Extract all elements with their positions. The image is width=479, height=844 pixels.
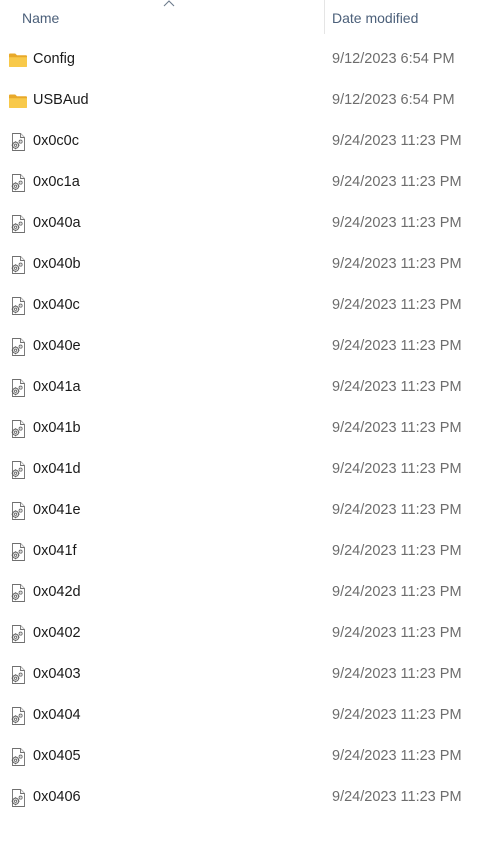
- item-date-modified: 9/24/2023 11:23 PM: [332, 133, 462, 149]
- file-row[interactable]: 0x040b 9/24/2023 11:23 PM: [0, 244, 479, 285]
- file-row[interactable]: 0x041a 9/24/2023 11:23 PM: [0, 367, 479, 408]
- item-name: 0x041f: [33, 543, 77, 559]
- item-date-modified: 9/24/2023 11:23 PM: [332, 297, 462, 313]
- folder-row[interactable]: USBAud 9/12/2023 6:54 PM: [0, 80, 479, 121]
- item-date-modified: 9/24/2023 11:23 PM: [332, 338, 462, 354]
- item-name: 0x0405: [33, 748, 81, 764]
- item-date-modified: 9/24/2023 11:23 PM: [332, 748, 462, 764]
- settings-file-icon: [8, 501, 28, 521]
- item-name: 0x0406: [33, 789, 81, 805]
- item-date-modified: 9/24/2023 11:23 PM: [332, 502, 462, 518]
- item-name: 0x040e: [33, 338, 81, 354]
- file-row[interactable]: 0x041f 9/24/2023 11:23 PM: [0, 531, 479, 572]
- file-row[interactable]: 0x0c0c 9/24/2023 11:23 PM: [0, 121, 479, 162]
- settings-file-icon: [8, 337, 28, 357]
- item-name: 0x040c: [33, 297, 80, 313]
- settings-file-icon: [8, 542, 28, 562]
- item-name: 0x0404: [33, 707, 81, 723]
- item-name: 0x0c0c: [33, 133, 79, 149]
- file-row[interactable]: 0x0403 9/24/2023 11:23 PM: [0, 654, 479, 695]
- settings-file-icon: [8, 665, 28, 685]
- settings-file-icon: [8, 132, 28, 152]
- item-date-modified: 9/24/2023 11:23 PM: [332, 420, 462, 436]
- file-list: Config 9/12/2023 6:54 PM USBAud 9/12/2023 …: [0, 39, 479, 818]
- item-date-modified: 9/24/2023 11:23 PM: [332, 543, 462, 559]
- item-date-modified: 9/24/2023 11:23 PM: [332, 174, 462, 190]
- column-header-date-modified[interactable]: Date modified: [332, 10, 418, 26]
- column-header-name[interactable]: Name: [22, 10, 59, 26]
- item-name: 0x040b: [33, 256, 81, 272]
- item-date-modified: 9/24/2023 11:23 PM: [332, 584, 462, 600]
- column-header-bar: Name Date modified: [0, 0, 479, 36]
- item-name: 0x041e: [33, 502, 81, 518]
- item-date-modified: 9/24/2023 11:23 PM: [332, 215, 462, 231]
- settings-file-icon: [8, 378, 28, 398]
- chevron-up-icon[interactable]: [163, 0, 175, 9]
- settings-file-icon: [8, 706, 28, 726]
- file-row[interactable]: 0x0404 9/24/2023 11:23 PM: [0, 695, 479, 736]
- settings-file-icon: [8, 624, 28, 644]
- settings-file-icon: [8, 460, 28, 480]
- item-date-modified: 9/24/2023 11:23 PM: [332, 379, 462, 395]
- settings-file-icon: [8, 788, 28, 808]
- file-row[interactable]: 0x041d 9/24/2023 11:23 PM: [0, 449, 479, 490]
- item-date-modified: 9/12/2023 6:54 PM: [332, 92, 455, 108]
- file-row[interactable]: 0x041b 9/24/2023 11:23 PM: [0, 408, 479, 449]
- item-name: 0x041a: [33, 379, 81, 395]
- item-date-modified: 9/24/2023 11:23 PM: [332, 666, 462, 682]
- item-name: 0x040a: [33, 215, 81, 231]
- folder-icon: [8, 91, 28, 111]
- item-name: Config: [33, 51, 75, 67]
- settings-file-icon: [8, 747, 28, 767]
- item-name: 0x0c1a: [33, 174, 80, 190]
- folder-icon: [8, 50, 28, 70]
- item-name: USBAud: [33, 92, 89, 108]
- file-row[interactable]: 0x0402 9/24/2023 11:23 PM: [0, 613, 479, 654]
- settings-file-icon: [8, 255, 28, 275]
- settings-file-icon: [8, 419, 28, 439]
- file-row[interactable]: 0x0c1a 9/24/2023 11:23 PM: [0, 162, 479, 203]
- item-name: 0x0402: [33, 625, 81, 641]
- settings-file-icon: [8, 583, 28, 603]
- file-row[interactable]: 0x040c 9/24/2023 11:23 PM: [0, 285, 479, 326]
- file-row[interactable]: 0x041e 9/24/2023 11:23 PM: [0, 490, 479, 531]
- item-name: 0x0403: [33, 666, 81, 682]
- item-date-modified: 9/24/2023 11:23 PM: [332, 256, 462, 272]
- item-date-modified: 9/24/2023 11:23 PM: [332, 707, 462, 723]
- file-row[interactable]: 0x042d 9/24/2023 11:23 PM: [0, 572, 479, 613]
- item-name: 0x042d: [33, 584, 81, 600]
- item-date-modified: 9/24/2023 11:23 PM: [332, 789, 462, 805]
- item-name: 0x041d: [33, 461, 81, 477]
- settings-file-icon: [8, 296, 28, 316]
- item-name: 0x041b: [33, 420, 81, 436]
- item-date-modified: 9/12/2023 6:54 PM: [332, 51, 455, 67]
- settings-file-icon: [8, 214, 28, 234]
- file-row[interactable]: 0x040a 9/24/2023 11:23 PM: [0, 203, 479, 244]
- item-date-modified: 9/24/2023 11:23 PM: [332, 625, 462, 641]
- file-row[interactable]: 0x0406 9/24/2023 11:23 PM: [0, 777, 479, 818]
- item-date-modified: 9/24/2023 11:23 PM: [332, 461, 462, 477]
- file-row[interactable]: 0x0405 9/24/2023 11:23 PM: [0, 736, 479, 777]
- file-row[interactable]: 0x040e 9/24/2023 11:23 PM: [0, 326, 479, 367]
- column-divider[interactable]: [324, 0, 325, 34]
- folder-row[interactable]: Config 9/12/2023 6:54 PM: [0, 39, 479, 80]
- settings-file-icon: [8, 173, 28, 193]
